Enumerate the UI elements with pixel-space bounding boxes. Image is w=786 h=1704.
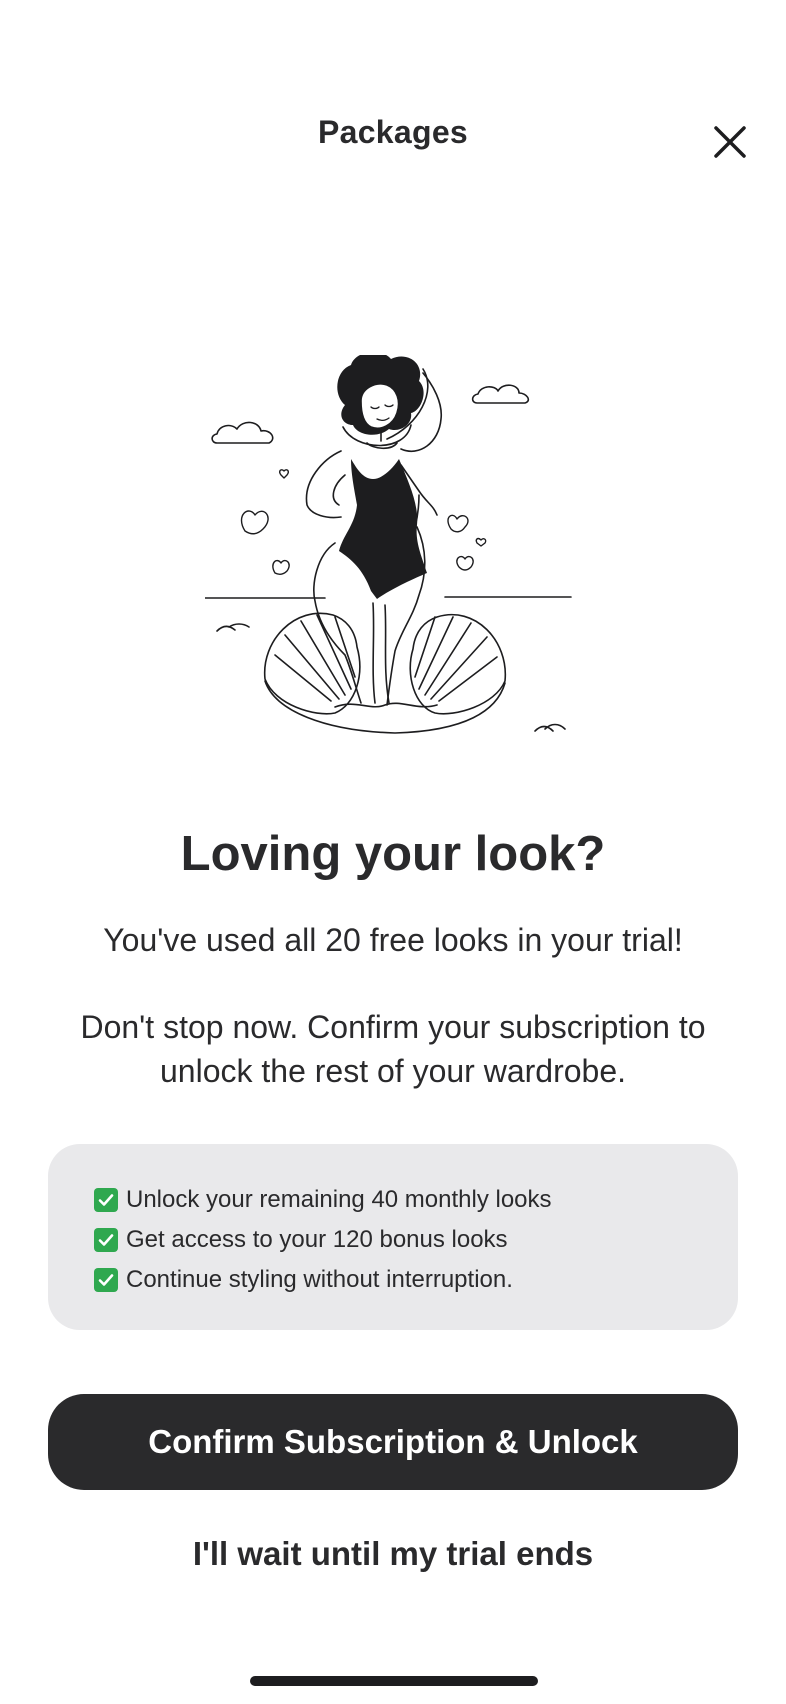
check-mark-icon: [94, 1268, 118, 1292]
benefit-text: Unlock your remaining 40 monthly looks: [126, 1186, 552, 1213]
face: [360, 383, 400, 429]
woman-on-seashell-illustration: [205, 355, 572, 734]
close-icon: [714, 126, 746, 158]
page-title: Packages: [317, 114, 469, 150]
subscription-prompt-text: Don't stop now. Confirm your subscriptio…: [80, 1009, 706, 1089]
trial-used-text: You've used all 20 free looks in your tr…: [103, 922, 683, 958]
check-mark-icon: [94, 1188, 118, 1212]
swimsuit: [339, 459, 427, 599]
packages-screen: Packages Loving your look? You've used a…: [0, 0, 786, 1704]
benefit-text: Get access to your 120 bonus looks: [126, 1226, 508, 1253]
benefit-item: Unlock your remaining 40 monthly looks: [94, 1180, 738, 1220]
benefits-card: Unlock your remaining 40 monthly looks G…: [48, 1144, 738, 1330]
benefit-text: Continue styling without interruption.: [126, 1266, 513, 1293]
confirm-subscription-button[interactable]: Confirm Subscription & Unlock: [48, 1394, 738, 1490]
close-button[interactable]: [708, 120, 752, 164]
check-mark-icon: [94, 1228, 118, 1252]
benefit-item: Get access to your 120 bonus looks: [94, 1220, 738, 1260]
headline: Loving your look?: [180, 827, 606, 881]
benefit-item: Continue styling without interruption.: [94, 1260, 738, 1300]
wait-until-trial-ends-link[interactable]: I'll wait until my trial ends: [0, 1535, 786, 1573]
home-indicator: [250, 1676, 538, 1686]
